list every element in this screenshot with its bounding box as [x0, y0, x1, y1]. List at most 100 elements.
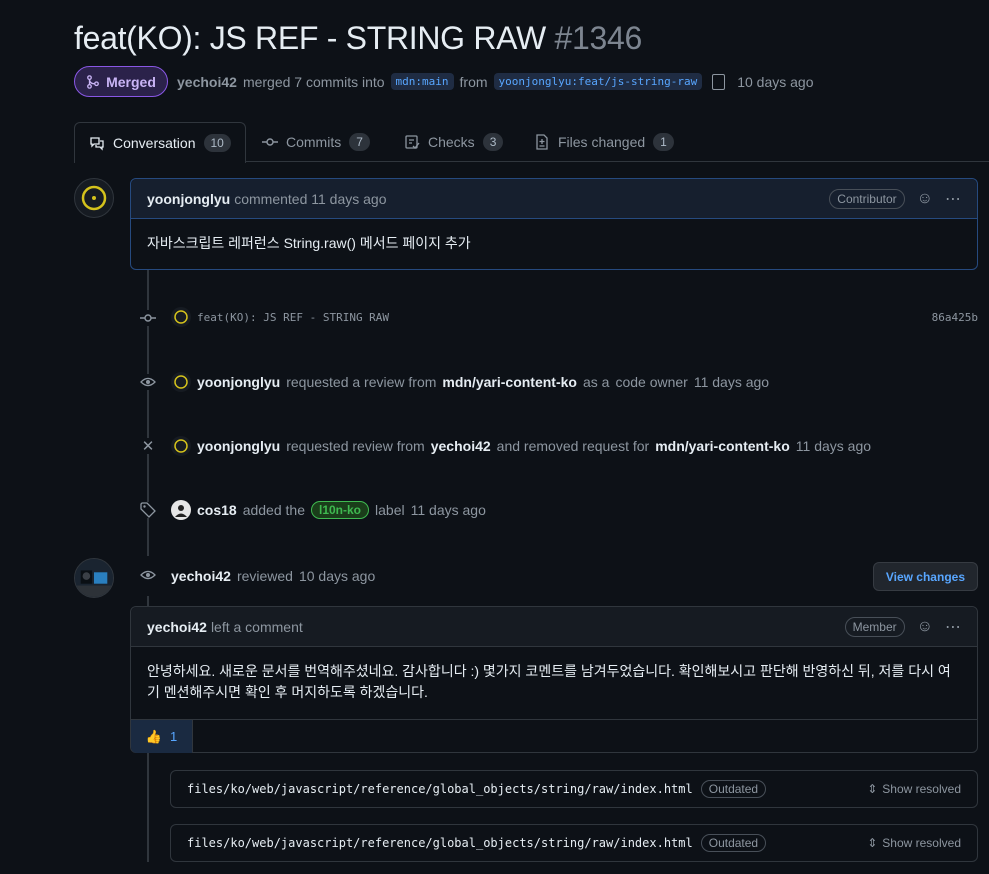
tab-conversation[interactable]: Conversation 10: [74, 122, 246, 163]
event-text: reviewed: [236, 568, 293, 584]
head-branch[interactable]: yoonjonglyu:feat/js-string-raw: [493, 73, 703, 90]
eye-icon: [140, 567, 156, 583]
copy-icon[interactable]: [712, 73, 726, 90]
comment-author[interactable]: yechoi42: [147, 619, 207, 635]
event-user[interactable]: yechoi42: [171, 568, 231, 584]
reaction-bar: 👍 1: [131, 719, 977, 753]
tab-count: 1: [653, 133, 674, 151]
comment-meta[interactable]: commented 11 days ago: [234, 191, 386, 207]
commit-message[interactable]: feat(KO): JS REF - STRING RAW: [197, 311, 389, 324]
reaction-count: 1: [169, 729, 178, 744]
pr-meta: yechoi42 merged 7 commits into mdn:main …: [177, 73, 814, 90]
avatar-small[interactable]: [171, 372, 191, 392]
tab-label: Commits: [286, 134, 342, 150]
event-user[interactable]: cos18: [197, 502, 237, 518]
tab-files-changed[interactable]: Files changed 1: [534, 122, 674, 162]
smiley-icon[interactable]: ☺: [917, 190, 933, 208]
comment-author[interactable]: yoonjonglyu: [147, 191, 230, 207]
merged-label: Merged: [106, 73, 156, 90]
avatar-ring-icon: [174, 310, 188, 324]
comment-header: yechoi42 left a comment Member ☺ ⋯: [131, 607, 977, 647]
event-text: label: [375, 502, 405, 518]
avatar-small[interactable]: [171, 500, 191, 520]
avatar-yoonjonglyu[interactable]: [74, 178, 114, 218]
view-changes-button[interactable]: View changes: [872, 562, 978, 591]
commit-icon: [262, 138, 278, 146]
file-thread-row[interactable]: files/ko/web/javascript/reference/global…: [170, 824, 978, 862]
label-event: cos18 added the l10n-ko label 11 days ag…: [171, 500, 486, 520]
merged-text: merged 7 commits into: [242, 73, 385, 90]
kebab-menu-icon[interactable]: ⋯: [945, 189, 961, 209]
event-user[interactable]: yoonjonglyu: [197, 438, 280, 454]
commit-icon: [140, 310, 156, 326]
kebab-menu-icon[interactable]: ⋯: [945, 617, 961, 637]
comment-box: yoonjonglyu commented 11 days ago Contri…: [130, 178, 978, 270]
thumbs-up-icon: 👍: [145, 728, 162, 744]
event-text: as a: [582, 374, 610, 390]
event-time[interactable]: 11 days ago: [411, 502, 486, 518]
tab-bar: Conversation 10 Commits 7 Checks 3 Files…: [74, 122, 989, 163]
comment-body: 자바스크립트 레퍼런스 String.raw() 메서드 페이지 추가: [147, 235, 471, 251]
review-change-event: yoonjonglyu requested review from yechoi…: [171, 436, 871, 456]
unfold-icon: ⇕: [867, 782, 878, 796]
checklist-icon: [405, 135, 420, 149]
avatar-small[interactable]: [171, 436, 191, 456]
label-badge[interactable]: l10n-ko: [311, 501, 370, 519]
base-branch[interactable]: mdn:main: [390, 73, 454, 90]
eye-icon: [140, 374, 156, 390]
merger-link[interactable]: yechoi42: [177, 74, 237, 90]
event-time[interactable]: 11 days ago: [694, 374, 769, 390]
tab-label: Checks: [428, 134, 475, 150]
member-badge: Member: [844, 616, 905, 637]
pr-title: feat(KO): JS REF - STRING RAW: [74, 20, 546, 56]
event-team[interactable]: mdn/yari-content-ko: [655, 438, 790, 454]
x-icon: ✕: [140, 438, 156, 455]
commit-sha[interactable]: 86a425b: [932, 311, 978, 324]
show-resolved-label: Show resolved: [882, 836, 961, 850]
comment-body: 안녕하세요. 새로운 문서를 번역해주셨네요. 감사합니다 :) 몇가지 코멘트…: [147, 663, 951, 700]
smiley-icon[interactable]: ☺: [917, 618, 933, 636]
event-team[interactable]: mdn/yari-content-ko: [442, 374, 577, 390]
avatar-photo-icon: [75, 559, 113, 597]
timeline-line: [147, 752, 149, 862]
conversation-icon: [90, 137, 104, 151]
tab-label: Files changed: [558, 134, 646, 150]
avatar-yechoi42[interactable]: [74, 558, 114, 598]
tab-commits[interactable]: Commits 7: [262, 122, 370, 162]
show-resolved-label: Show resolved: [882, 782, 961, 796]
tab-count: 10: [203, 134, 231, 152]
outdated-badge: Outdated: [700, 834, 767, 852]
avatar-small[interactable]: [171, 307, 191, 327]
outdated-badge: Outdated: [700, 780, 767, 798]
event-user[interactable]: yoonjonglyu: [197, 374, 280, 390]
pr-number: #1346: [554, 20, 643, 56]
comment-meta: left a comment: [210, 618, 303, 635]
tab-count: 7: [349, 133, 370, 151]
file-thread-row[interactable]: files/ko/web/javascript/reference/global…: [170, 770, 978, 808]
from-text: from: [459, 73, 488, 90]
avatar-ring-icon: [81, 185, 107, 211]
show-resolved-button[interactable]: ⇕ Show resolved: [867, 836, 961, 850]
merged-status-badge: Merged: [74, 66, 168, 97]
event-text: added the: [242, 502, 305, 518]
tab-checks[interactable]: Checks 3: [404, 122, 504, 162]
file-diff-icon: [536, 134, 548, 150]
event-time[interactable]: 10 days ago: [299, 568, 375, 584]
event-text: requested review from: [286, 438, 425, 454]
review-request-event: yoonjonglyu requested a review from mdn/…: [171, 372, 769, 392]
show-resolved-button[interactable]: ⇕ Show resolved: [867, 782, 961, 796]
thumbs-up-reaction[interactable]: 👍 1: [131, 720, 193, 753]
page-title: feat(KO): JS REF - STRING RAW #1346: [74, 20, 642, 57]
comment-header: yoonjonglyu commented 11 days ago Contri…: [131, 179, 977, 219]
event-text: and removed request for: [496, 438, 650, 454]
file-path[interactable]: files/ko/web/javascript/reference/global…: [187, 836, 693, 850]
unfold-icon: ⇕: [867, 836, 878, 850]
tag-icon: [140, 502, 156, 518]
event-text: code owner: [615, 374, 688, 390]
tab-count: 3: [482, 133, 504, 151]
tab-label: Conversation: [113, 135, 196, 151]
review-comment-box: yechoi42 left a comment Member ☺ ⋯ 안녕하세요…: [130, 606, 978, 753]
event-reviewer[interactable]: yechoi42: [431, 438, 491, 454]
event-time[interactable]: 11 days ago: [796, 438, 871, 454]
file-path[interactable]: files/ko/web/javascript/reference/global…: [187, 782, 693, 796]
